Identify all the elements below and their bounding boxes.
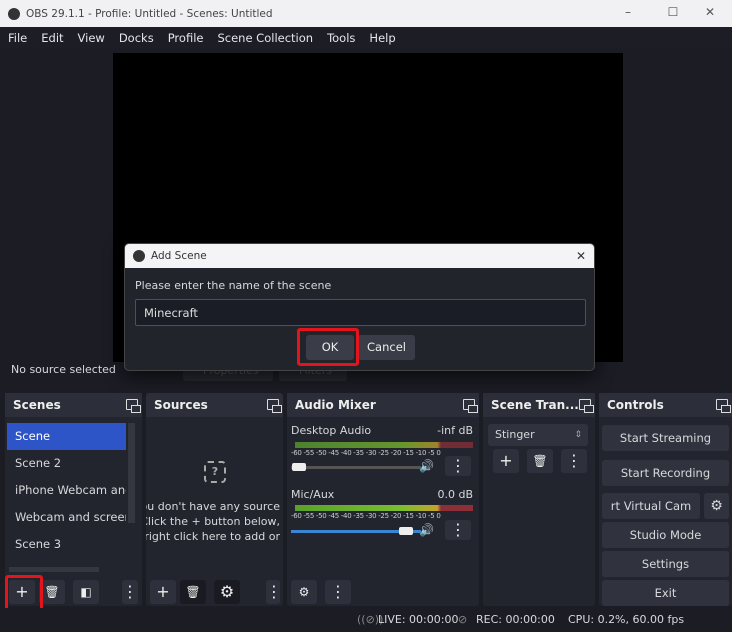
no-source-label: No source selected	[11, 363, 116, 376]
add-transition-button[interactable]: +	[493, 449, 519, 473]
close-button[interactable]: ✕	[700, 5, 720, 19]
transition-value: Stinger	[495, 428, 535, 441]
obs-logo-icon	[8, 7, 20, 20]
minimize-button[interactable]: –	[618, 5, 638, 19]
live-timer: LIVE: 00:00:00	[378, 613, 459, 626]
sources-title: Sources	[154, 398, 208, 412]
channel-menu-button[interactable]: ⋮	[445, 456, 471, 476]
float-dock-icon[interactable]	[267, 399, 282, 413]
scene-item[interactable]: Scene	[7, 423, 126, 450]
menu-scene-collection[interactable]: Scene Collection	[209, 31, 319, 45]
start-recording-button[interactable]: Start Recording	[602, 460, 729, 486]
scene-item[interactable]: Webcam and screen	[7, 504, 126, 531]
scene-transitions-dock: Scene Tran... Stinger ⇕ + 🗑 ⋮	[483, 393, 595, 606]
channel-level: -inf dB	[437, 424, 473, 437]
dialog-title: Add Scene	[151, 250, 207, 262]
menu-help[interactable]: Help	[361, 31, 401, 45]
transition-select[interactable]: Stinger ⇕	[488, 424, 588, 446]
rec-timer: REC: 00:00:00	[476, 613, 555, 626]
meter-scale: -60 -55 -50 -45 -40 -35 -30 -25 -20 -15 …	[291, 512, 441, 520]
float-dock-icon[interactable]	[716, 399, 731, 413]
float-dock-icon[interactable]	[126, 399, 141, 413]
menu-view[interactable]: View	[70, 31, 111, 45]
audio-title: Audio Mixer	[295, 398, 376, 412]
audio-settings-gear-icon[interactable]: ⚙	[291, 580, 317, 604]
window-title: OBS 29.1.1 - Profile: Untitled - Scenes:…	[26, 7, 273, 20]
add-source-button[interactable]: +	[150, 580, 176, 604]
remove-source-button[interactable]: 🗑	[180, 580, 206, 604]
scene-item[interactable]: Scene 2	[7, 450, 126, 477]
sources-dock: Sources ? You don't have any source Clic…	[146, 393, 283, 606]
add-scene-dialog: Add Scene ✕ Please enter the name of the …	[124, 243, 595, 371]
volume-slider[interactable]	[291, 466, 421, 469]
horizontal-scrollbar[interactable]	[9, 567, 99, 572]
status-bar: ((⊘)) LIVE: 00:00:00 ⊘ REC: 00:00:00 CPU…	[0, 608, 732, 632]
menu-tools[interactable]: Tools	[319, 31, 361, 45]
empty-text: Click the + button below,	[146, 515, 280, 528]
recording-off-icon: ⊘	[458, 613, 468, 626]
source-properties-gear-icon[interactable]: ⚙	[214, 580, 240, 604]
menu-profile[interactable]: Profile	[160, 31, 210, 45]
dialog-close-icon[interactable]: ✕	[576, 249, 586, 263]
empty-text: r right click here to add or	[146, 530, 280, 543]
volume-meter	[295, 505, 473, 511]
virtual-camera-gear-icon[interactable]: ⚙	[704, 493, 729, 519]
dialog-prompt: Please enter the name of the scene	[135, 279, 332, 292]
chevron-updown-icon: ⇕	[574, 430, 582, 440]
cpu-fps: CPU: 0.2%, 60.00 fps	[568, 613, 685, 626]
slider-knob[interactable]	[292, 463, 306, 471]
scene-item[interactable]: iPhone Webcam and s	[7, 477, 126, 504]
controls-title: Controls	[607, 398, 664, 412]
scenes-title: Scenes	[13, 398, 61, 412]
speaker-icon[interactable]: 🔊	[419, 523, 434, 537]
speaker-icon[interactable]: 🔊	[419, 459, 434, 473]
meter-scale: -60 -55 -50 -45 -40 -35 -30 -25 -20 -15 …	[291, 449, 441, 457]
channel-name: Desktop Audio	[291, 424, 372, 437]
highlight-box	[297, 328, 359, 366]
float-dock-icon[interactable]	[463, 399, 478, 413]
channel-name: Mic/Aux	[291, 488, 335, 501]
scene-menu-button[interactable]: ⋮	[122, 580, 138, 604]
vertical-scrollbar[interactable]	[128, 423, 135, 523]
float-dock-icon[interactable]	[579, 399, 594, 413]
transition-menu-button[interactable]: ⋮	[561, 449, 587, 473]
scene-item[interactable]: Scene 3	[7, 531, 126, 558]
channel-level: 0.0 dB	[437, 488, 473, 501]
audio-mixer-dock: Audio Mixer Desktop Audio -inf dB -60 -5…	[287, 393, 479, 606]
question-icon: ?	[204, 461, 226, 483]
menu-docks[interactable]: Docks	[111, 31, 160, 45]
audio-menu-button[interactable]: ⋮	[325, 580, 351, 604]
source-menu-button[interactable]: ⋮	[266, 580, 282, 604]
scene-name-input[interactable]	[135, 299, 586, 326]
studio-mode-button[interactable]: Studio Mode	[602, 522, 729, 548]
volume-meter	[295, 442, 473, 448]
exit-button[interactable]: Exit	[602, 580, 729, 606]
maximize-button[interactable]: ☐	[663, 5, 683, 19]
scene-filters-button[interactable]: ◧	[73, 580, 99, 604]
start-virtual-camera-button[interactable]: rt Virtual Cam	[602, 493, 700, 519]
cancel-button[interactable]: Cancel	[358, 335, 415, 360]
title-bar: OBS 29.1.1 - Profile: Untitled - Scenes:…	[0, 0, 732, 27]
menu-bar: File Edit View Docks Profile Scene Colle…	[0, 27, 732, 48]
menu-file[interactable]: File	[0, 31, 33, 45]
controls-dock: Controls Start Streaming Start Recording…	[599, 393, 732, 606]
obs-logo-icon	[133, 250, 145, 262]
channel-menu-button[interactable]: ⋮	[445, 520, 471, 540]
transitions-title: Scene Tran...	[491, 398, 579, 412]
slider-knob[interactable]	[399, 527, 413, 535]
settings-button[interactable]: Settings	[602, 551, 729, 577]
start-streaming-button[interactable]: Start Streaming	[602, 425, 729, 451]
remove-transition-button[interactable]: 🗑	[527, 449, 553, 473]
empty-text: You don't have any source	[146, 500, 280, 513]
menu-edit[interactable]: Edit	[33, 31, 69, 45]
